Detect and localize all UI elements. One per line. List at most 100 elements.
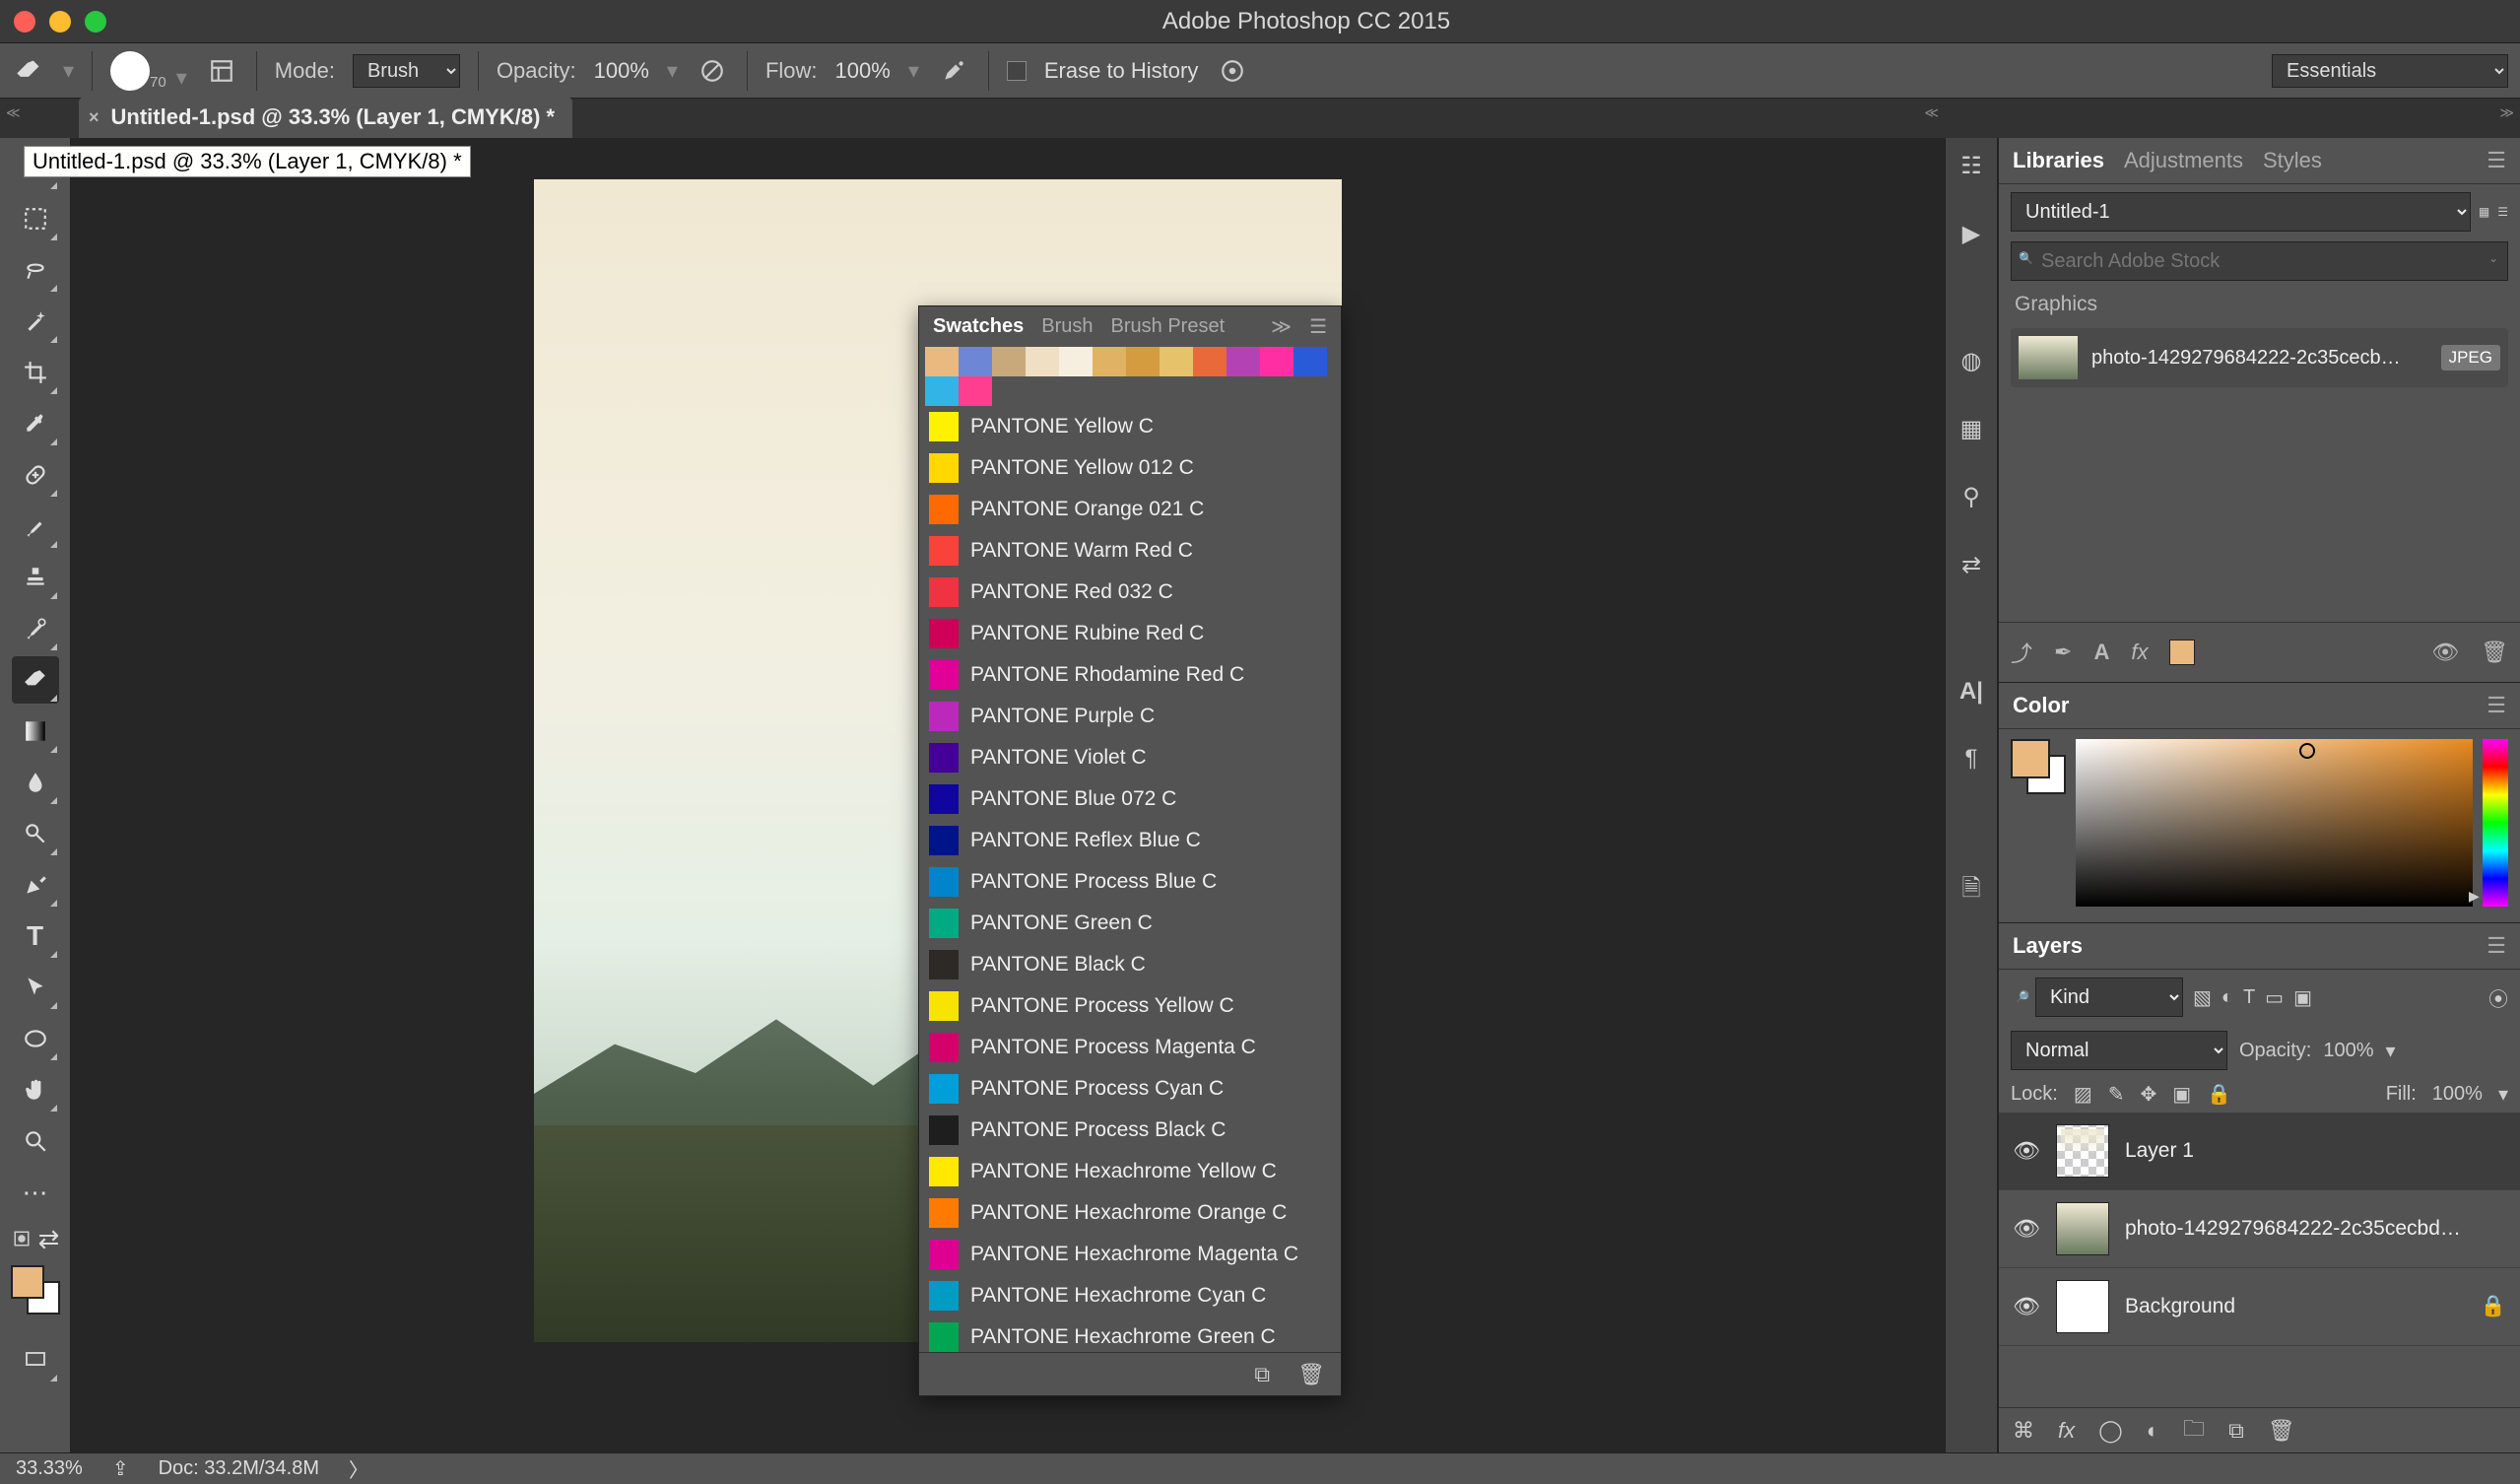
status-chevron-icon[interactable]: 〉	[349, 1454, 368, 1483]
swatch[interactable]	[925, 376, 959, 406]
swatch-item[interactable]: PANTONE Hexachrome Cyan C	[919, 1275, 1341, 1316]
stamp-tool[interactable]	[12, 554, 59, 601]
swatch[interactable]	[959, 347, 992, 376]
history-icon[interactable]: ☷	[1960, 152, 1982, 180]
type-tool[interactable]: T	[12, 912, 59, 960]
library-select[interactable]: Untitled-1	[2011, 192, 2471, 232]
brush-tab[interactable]: Brush	[1041, 315, 1093, 338]
adjustment-layer-icon[interactable]: ◐	[2147, 1418, 2159, 1444]
swatch-item[interactable]: PANTONE Green C	[919, 903, 1341, 944]
marquee-tool[interactable]	[12, 195, 59, 242]
swatch-item[interactable]: PANTONE Process Cyan C	[919, 1068, 1341, 1110]
swatch[interactable]	[959, 376, 992, 406]
close-tab-icon[interactable]: ×	[89, 107, 99, 128]
swatch-item[interactable]: PANTONE Orange 021 C	[919, 489, 1341, 530]
cloud-icon[interactable]: 👁	[2431, 640, 2459, 665]
layer-name[interactable]: Background	[2125, 1295, 2465, 1318]
swatch-item[interactable]: PANTONE Process Magenta C	[919, 1027, 1341, 1068]
library-asset[interactable]: photo-1429279684222-2c35cecb… JPEG	[2011, 328, 2508, 387]
layer-name[interactable]: Layer 1	[2125, 1139, 2506, 1163]
char-icon[interactable]: A|	[1959, 678, 1983, 706]
swatch[interactable]	[1026, 347, 1059, 376]
eraser-tool-icon[interactable]	[12, 54, 45, 88]
lock-pos-icon[interactable]: ✥	[2140, 1082, 2156, 1107]
lock-icon[interactable]: 🔒	[2481, 1295, 2506, 1318]
swatch-item[interactable]: PANTONE Process Blue C	[919, 861, 1341, 903]
size-pressure-icon[interactable]	[1216, 54, 1249, 88]
swatch[interactable]	[1193, 347, 1227, 376]
visibility-icon[interactable]: 👁	[2013, 1138, 2040, 1164]
zoom-tool[interactable]	[12, 1117, 59, 1165]
window-zoom[interactable]	[85, 11, 106, 33]
filter-toggle[interactable]: ⦿	[2488, 983, 2508, 1012]
collapse-right-icon[interactable]: ≫	[2499, 104, 2514, 121]
swatch-item[interactable]: PANTONE Red 032 C	[919, 572, 1341, 613]
color-field[interactable]	[2076, 739, 2473, 907]
healing-tool[interactable]	[12, 451, 59, 499]
swatch[interactable]	[1260, 347, 1293, 376]
notes-icon[interactable]: 🗎	[1961, 871, 1980, 911]
list-view-icon[interactable]: ☰	[2497, 205, 2508, 219]
play-icon[interactable]: ▶	[1962, 220, 1980, 248]
swatch[interactable]	[992, 347, 1026, 376]
layer-row[interactable]: 👁Background🔒	[1999, 1268, 2520, 1346]
brush-panel-toggle[interactable]	[205, 54, 238, 88]
layer-name[interactable]: photo-1429279684222-2c35cecbd…	[2125, 1217, 2506, 1241]
swatch-item[interactable]: PANTONE Rhodamine Red C	[919, 654, 1341, 696]
swatch-item[interactable]: PANTONE Process Black C	[919, 1110, 1341, 1151]
swatch-item[interactable]: PANTONE Warm Red C	[919, 530, 1341, 572]
swatches-tab[interactable]: Swatches	[933, 315, 1024, 338]
swatch[interactable]	[1093, 347, 1126, 376]
opacity-value[interactable]: 100%	[594, 58, 649, 84]
swatches-panel[interactable]: Swatches Brush Brush Preset ≫ ☰ PANTONE …	[918, 305, 1342, 1396]
canvas-area[interactable]: Swatches Brush Brush Preset ≫ ☰ PANTONE …	[71, 138, 1945, 1452]
filter-pixel-icon[interactable]: ▧	[2193, 985, 2212, 1010]
filter-shape-icon[interactable]: ▭	[2265, 985, 2284, 1010]
swatch-item[interactable]: PANTONE Process Yellow C	[919, 985, 1341, 1027]
para-icon[interactable]: ¶	[1965, 745, 1978, 773]
swatch-item[interactable]: PANTONE Violet C	[919, 737, 1341, 778]
swatch-list[interactable]: PANTONE Yellow CPANTONE Yellow 012 CPANT…	[919, 406, 1341, 1352]
filter-smart-icon[interactable]: ▣	[2293, 985, 2312, 1010]
fx-icon[interactable]: fx	[2131, 640, 2148, 665]
adjust-icon[interactable]: ⇄	[1961, 551, 1981, 579]
hand-tool[interactable]	[12, 1066, 59, 1113]
collapse-dock-icon[interactable]: ≪	[1924, 104, 1939, 121]
color-swatch-icon[interactable]	[2169, 640, 2195, 665]
fx-icon[interactable]: fx	[2058, 1418, 2075, 1444]
brush-add-icon[interactable]: ✒	[2054, 640, 2072, 665]
chevron-down-icon[interactable]: ⌄	[2488, 251, 2498, 265]
libraries-tab[interactable]: Libraries	[2013, 148, 2104, 173]
document-tab[interactable]: × Untitled-1.psd @ 33.3% (Layer 1, CMYK/…	[79, 97, 572, 138]
visibility-icon[interactable]: 👁	[2013, 1216, 2040, 1242]
share-icon[interactable]: ⇪	[112, 1456, 129, 1481]
mask-icon[interactable]: ◯	[2098, 1418, 2123, 1444]
history-brush-tool[interactable]	[12, 605, 59, 652]
layer-row[interactable]: 👁 Layer 1	[1999, 1113, 2520, 1190]
layers-tab[interactable]: Layers	[2013, 933, 2083, 959]
brush-presets-tab[interactable]: Brush Preset	[1111, 315, 1226, 338]
swatch[interactable]	[1160, 347, 1193, 376]
search-adobe-stock[interactable]	[2011, 241, 2508, 281]
hue-slider[interactable]	[2483, 739, 2508, 907]
pen-tool[interactable]	[12, 861, 59, 909]
lock-trans-icon[interactable]: ▨	[2074, 1082, 2092, 1107]
lock-all-icon[interactable]: 🔒	[2207, 1082, 2231, 1107]
dodge-tool[interactable]	[12, 810, 59, 857]
screen-mode-icon[interactable]	[12, 1336, 59, 1383]
group-icon[interactable]: 🗀	[2183, 1412, 2205, 1450]
path-select-tool[interactable]	[12, 964, 59, 1011]
quick-mask-icon[interactable]	[11, 1228, 33, 1249]
fill-value[interactable]: 100%	[2432, 1083, 2483, 1106]
adjustments-tab[interactable]: Adjustments	[2124, 148, 2243, 173]
airbrush-icon[interactable]	[937, 54, 970, 88]
expand-icon[interactable]: ≫	[1271, 314, 1292, 339]
color-tab[interactable]: Color	[2013, 693, 2069, 718]
panel-menu-icon[interactable]: ☰	[2487, 693, 2506, 718]
swatch-item[interactable]: PANTONE Yellow 012 C	[919, 447, 1341, 489]
shape-tool[interactable]	[12, 1015, 59, 1062]
layer-opacity-value[interactable]: 100%	[2323, 1040, 2373, 1062]
fg-bg-swatch[interactable]	[11, 1265, 60, 1315]
panel-menu-icon[interactable]: ☰	[2487, 148, 2506, 173]
collapse-left-icon[interactable]: ≪	[6, 104, 21, 121]
